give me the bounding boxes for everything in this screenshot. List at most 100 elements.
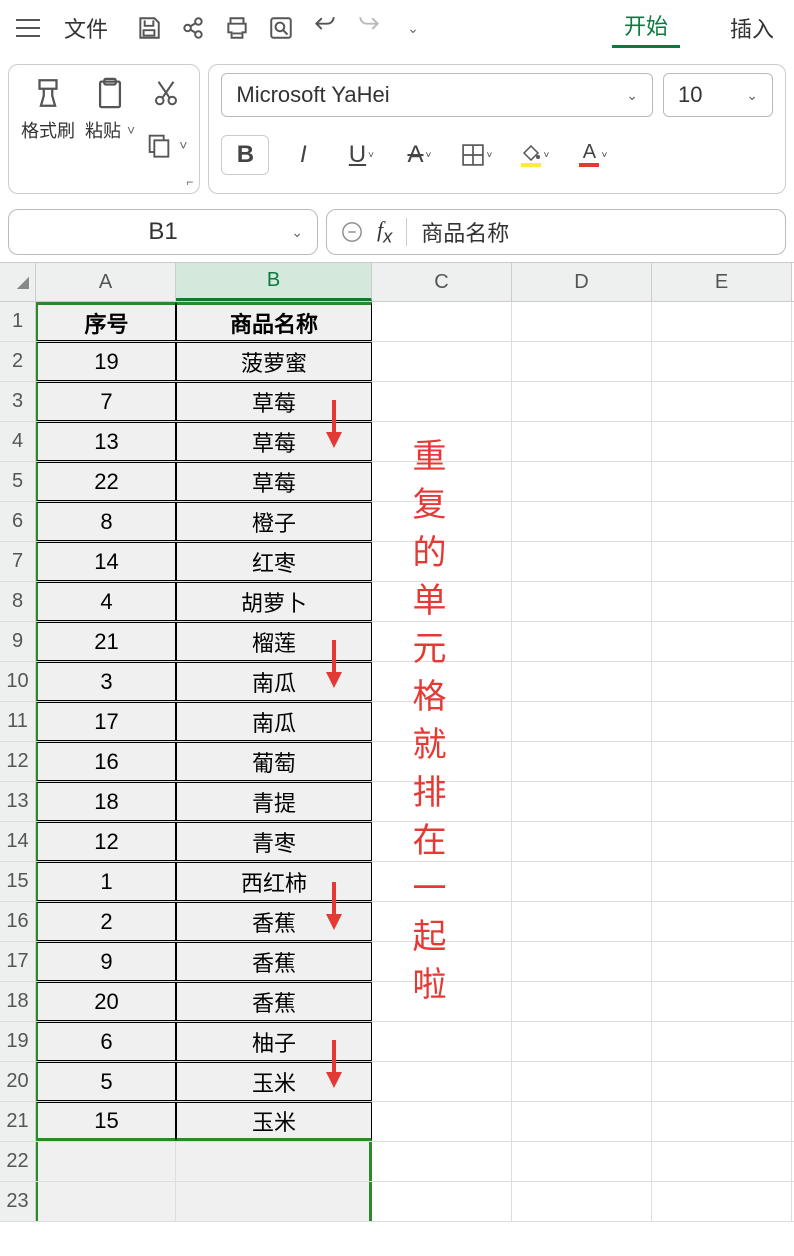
cell[interactable] — [512, 662, 652, 701]
tab-start[interactable]: 开始 — [612, 9, 680, 48]
cell[interactable]: 22 — [36, 462, 176, 501]
cell[interactable]: 1 — [36, 862, 176, 901]
group-expand-icon[interactable]: ⌐ — [186, 175, 193, 189]
cell[interactable] — [512, 862, 652, 901]
col-header-a[interactable]: A — [36, 263, 176, 301]
cell[interactable]: 19 — [36, 342, 176, 381]
cell[interactable]: 南瓜 — [176, 702, 372, 741]
cell[interactable]: 3 — [36, 662, 176, 701]
row-header[interactable]: 16 — [0, 902, 36, 941]
strikethrough-button[interactable]: A˅ — [395, 135, 443, 175]
cell[interactable] — [512, 342, 652, 381]
cell[interactable] — [372, 1182, 512, 1221]
cell[interactable] — [652, 502, 792, 541]
cell[interactable]: 21 — [36, 622, 176, 661]
row-header[interactable]: 19 — [0, 1022, 36, 1061]
row-header[interactable]: 6 — [0, 502, 36, 541]
cell[interactable]: 香蕉 — [176, 902, 372, 941]
cell[interactable]: 9 — [36, 942, 176, 981]
cell[interactable] — [512, 302, 652, 341]
cell[interactable] — [652, 582, 792, 621]
row-header[interactable]: 10 — [0, 662, 36, 701]
cell[interactable] — [512, 542, 652, 581]
cell[interactable] — [652, 462, 792, 501]
cell[interactable]: 13 — [36, 422, 176, 461]
cell[interactable]: 15 — [36, 1102, 176, 1141]
cell[interactable]: 16 — [36, 742, 176, 781]
cell[interactable] — [176, 1142, 372, 1181]
cell[interactable]: 14 — [36, 542, 176, 581]
col-header-c[interactable]: C — [372, 263, 512, 301]
border-button[interactable]: ˅ — [453, 135, 501, 175]
cell[interactable] — [36, 1182, 176, 1221]
cell[interactable]: 2 — [36, 902, 176, 941]
cell[interactable] — [652, 1142, 792, 1181]
cell[interactable]: 香蕉 — [176, 982, 372, 1021]
cell[interactable] — [652, 1182, 792, 1221]
format-brush-button[interactable]: 格式刷 — [21, 73, 75, 143]
cell[interactable]: 红枣 — [176, 542, 372, 581]
cell[interactable]: 胡萝卜 — [176, 582, 372, 621]
row-header[interactable]: 14 — [0, 822, 36, 861]
cell[interactable] — [372, 342, 512, 381]
cell[interactable] — [652, 1102, 792, 1141]
cell[interactable] — [512, 1142, 652, 1181]
row-header[interactable]: 2 — [0, 342, 36, 381]
cell[interactable]: 6 — [36, 1022, 176, 1061]
row-header[interactable]: 8 — [0, 582, 36, 621]
font-size-select[interactable]: 10 ⌄ — [663, 73, 773, 117]
tab-insert[interactable]: 插入 — [718, 12, 786, 44]
row-header[interactable]: 23 — [0, 1182, 36, 1221]
cell[interactable] — [372, 1062, 512, 1101]
fill-color-button[interactable]: ˅ — [511, 135, 559, 175]
cell[interactable] — [652, 382, 792, 421]
cell[interactable] — [512, 822, 652, 861]
col-header-e[interactable]: E — [652, 263, 792, 301]
cell[interactable] — [512, 382, 652, 421]
cell[interactable] — [512, 462, 652, 501]
cell[interactable]: 18 — [36, 782, 176, 821]
cell[interactable] — [512, 902, 652, 941]
cell[interactable]: 草莓 — [176, 422, 372, 461]
cell[interactable] — [372, 302, 512, 341]
cell[interactable] — [512, 1102, 652, 1141]
cell[interactable] — [652, 622, 792, 661]
cell[interactable] — [512, 982, 652, 1021]
cell[interactable]: 17 — [36, 702, 176, 741]
print-icon[interactable] — [217, 8, 257, 48]
hamburger-icon[interactable] — [8, 8, 48, 48]
cell[interactable]: 7 — [36, 382, 176, 421]
share-icon[interactable] — [173, 8, 213, 48]
preview-icon[interactable] — [261, 8, 301, 48]
cell[interactable]: 玉米 — [176, 1062, 372, 1101]
cell[interactable] — [512, 942, 652, 981]
cell[interactable]: 5 — [36, 1062, 176, 1101]
cell[interactable] — [652, 302, 792, 341]
cell[interactable]: 草莓 — [176, 462, 372, 501]
cell[interactable] — [512, 582, 652, 621]
cell[interactable] — [652, 822, 792, 861]
cell[interactable]: 玉米 — [176, 1102, 372, 1141]
copy-button[interactable]: ˅ — [145, 131, 187, 159]
cell[interactable]: 橙子 — [176, 502, 372, 541]
cell[interactable] — [652, 982, 792, 1021]
row-header[interactable]: 13 — [0, 782, 36, 821]
col-header-b[interactable]: B — [176, 263, 372, 301]
formula-input[interactable]: fx 商品名称 — [326, 209, 786, 255]
cell[interactable] — [652, 342, 792, 381]
cell[interactable]: 序号 — [36, 302, 176, 341]
cell[interactable] — [372, 1102, 512, 1141]
menu-file[interactable]: 文件 — [52, 12, 120, 44]
cell[interactable] — [652, 782, 792, 821]
cell[interactable] — [652, 542, 792, 581]
row-header[interactable]: 9 — [0, 622, 36, 661]
save-icon[interactable] — [129, 8, 169, 48]
italic-button[interactable]: I — [279, 135, 327, 175]
row-header[interactable]: 18 — [0, 982, 36, 1021]
row-header[interactable]: 4 — [0, 422, 36, 461]
cell[interactable]: 南瓜 — [176, 662, 372, 701]
row-header[interactable]: 15 — [0, 862, 36, 901]
row-header[interactable]: 17 — [0, 942, 36, 981]
cell[interactable]: 榴莲 — [176, 622, 372, 661]
cell[interactable]: 香蕉 — [176, 942, 372, 981]
